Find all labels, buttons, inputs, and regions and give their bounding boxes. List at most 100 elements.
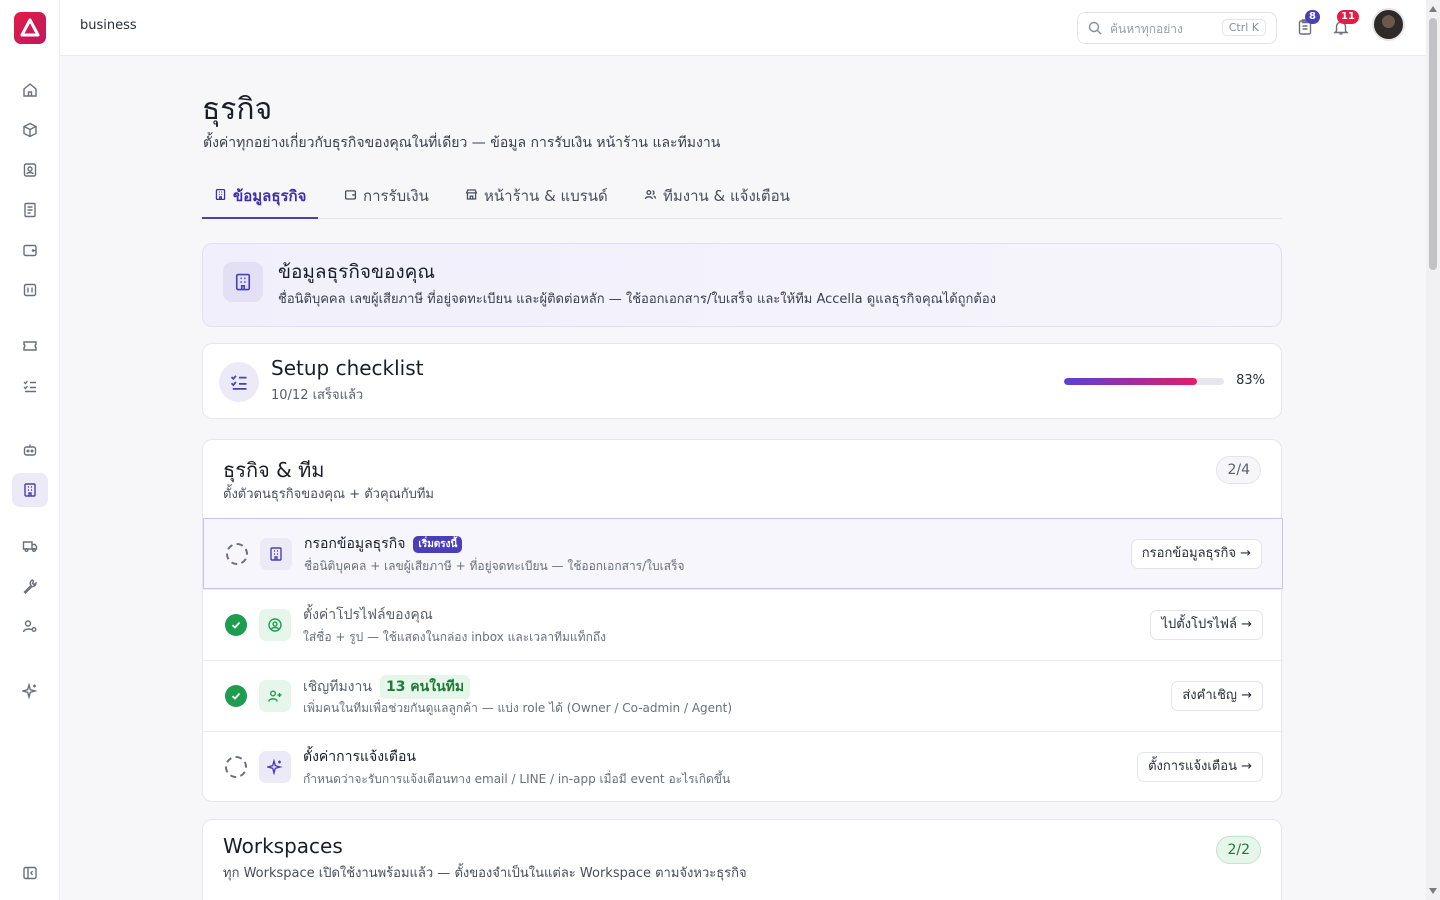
tab-storefront[interactable]: หน้าร้าน & แบรนด์: [453, 182, 620, 219]
item-title: กรอกข้อมูลธุรกิจ: [304, 536, 406, 552]
search-shortcut: Ctrl K: [1221, 19, 1266, 36]
topbar: business ค้นหาทุกอย่าง Ctrl K 8 11: [60, 0, 1426, 56]
intro-title: ข้อมูลธุรกิจของคุณ: [278, 261, 436, 283]
section-title: ธุรกิจ & ทีม: [223, 458, 325, 482]
pending-status-icon: [225, 756, 247, 778]
section-description: ตั้งตัวตนธุรกิจของคุณ + ตัวคุณกับทีม: [223, 487, 434, 502]
check-done-icon: [225, 685, 247, 707]
building-icon: [223, 262, 263, 302]
avatar[interactable]: [1372, 8, 1405, 41]
user-plus-icon: [259, 680, 291, 712]
contacts-icon: [23, 163, 37, 177]
item-title: เชิญทีมงาน: [303, 679, 372, 695]
tab-team-notifications[interactable]: ทีมงาน & แจ้งเตือน: [632, 182, 802, 219]
setup-notifications-button[interactable]: ตั้งการแจ้งเตือน →: [1137, 752, 1263, 782]
user-circle-icon: [259, 609, 291, 641]
sidebar-item-home[interactable]: [12, 73, 48, 107]
section-count-badge: 2/4: [1216, 456, 1261, 484]
sidebar-item-products[interactable]: [12, 113, 48, 147]
tasks-badge: 8: [1305, 10, 1320, 24]
checklist-icon: [219, 362, 259, 402]
building-icon: [24, 483, 36, 497]
breadcrumb[interactable]: business: [80, 18, 137, 33]
checklist-item-business-info[interactable]: กรอกข้อมูลธุรกิจ เริ่มตรงนี้ ชื่อนิติบุค…: [203, 518, 1283, 589]
checklist-item-profile[interactable]: ตั้งค่าโปรไฟล์ของคุณ ใส่ชื่อ + รูป — ใช้…: [203, 589, 1283, 660]
sidebar-item-ai[interactable]: [12, 674, 48, 708]
ticket-icon: [23, 341, 37, 351]
users-icon: [644, 189, 657, 200]
progress-fill: [1064, 378, 1197, 385]
search-input[interactable]: ค้นหาทุกอย่าง Ctrl K: [1077, 12, 1277, 44]
business-info-intro: ข้อมูลธุรกิจของคุณ ชื่อนิติบุคคล เลขผู้เ…: [202, 243, 1282, 327]
fill-business-info-button[interactable]: กรอกข้อมูลธุรกิจ →: [1130, 539, 1262, 569]
collapse-sidebar-button[interactable]: [12, 856, 48, 890]
sidebar-item-wallet[interactable]: [12, 233, 48, 267]
search-placeholder: ค้นหาทุกอย่าง: [1110, 22, 1183, 36]
scroll-down-arrow-icon[interactable]: [1429, 888, 1437, 894]
sidebar-item-invoices[interactable]: [12, 193, 48, 227]
business-team-section: ธุรกิจ & ทีม ตั้งตัวตนธุรกิจของคุณ + ตัว…: [202, 439, 1283, 802]
send-invite-button[interactable]: ส่งคำเชิญ →: [1171, 681, 1263, 711]
workspaces-section: Workspaces ทุก Workspace เปิดใช้งานพร้อม…: [202, 819, 1282, 900]
scrollbar-thumb[interactable]: [1429, 18, 1437, 270]
building-icon: [215, 188, 226, 201]
page-subtitle: ตั้งค่าทุกอย่างเกี่ยวกับธุรกิจของคุณในที…: [203, 135, 721, 151]
sidebar-item-contacts[interactable]: [12, 153, 48, 187]
section-count-badge: 2/2: [1216, 836, 1261, 864]
main-content: ธุรกิจ ตั้งค่าทุกอย่างเกี่ยวกับธุรกิจของ…: [60, 56, 1426, 900]
home-icon: [23, 83, 37, 97]
bot-icon: [23, 444, 37, 456]
item-title: ตั้งค่าโปรไฟล์ของคุณ: [303, 607, 433, 623]
app-logo[interactable]: [14, 12, 46, 44]
tab-label: ทีมงาน & แจ้งเตือน: [663, 187, 790, 205]
item-description: ชื่อนิติบุคคล + เลขผู้เสียภาษี + ที่อยู่…: [304, 559, 685, 573]
page-title: ธุรกิจ: [202, 92, 273, 127]
checklist-item-notifications[interactable]: ตั้งค่าการแจ้งเตือน กำหนดว่าจะรับการแจ้ง…: [203, 731, 1283, 802]
team-count-badge: 13 คนในทีม: [379, 675, 471, 699]
store-icon: [465, 189, 478, 200]
section-title: Workspaces: [223, 834, 343, 858]
item-description: เพิ่มคนในทีมเพื่อช่วยกันดูแลลูกค้า — แบ่…: [303, 701, 733, 715]
tab-bar: ข้อมูลธุรกิจ การรับเงิน หน้าร้าน & แบรนด…: [202, 174, 1282, 219]
sidebar-item-business[interactable]: [12, 473, 48, 507]
page-scrollbar[interactable]: [1426, 0, 1440, 900]
section-description: ทุก Workspace เปิดใช้งานพร้อมแล้ว — ตั้ง…: [223, 866, 747, 881]
calendar-icon: [23, 283, 37, 297]
checklist-icon: [23, 380, 36, 393]
checklist-title: Setup checklist: [271, 356, 424, 380]
sidebar-item-shipping[interactable]: [12, 529, 48, 563]
sidebar-item-tickets[interactable]: [12, 329, 48, 363]
building-icon: [260, 538, 292, 570]
box-icon: [23, 122, 37, 138]
user-settings-icon: [22, 620, 37, 633]
scroll-up-arrow-icon[interactable]: [1429, 6, 1437, 12]
pending-status-icon: [226, 543, 248, 565]
wallet-icon: [23, 244, 37, 257]
tab-label: ข้อมูลธุรกิจ: [233, 187, 307, 205]
tab-business-info[interactable]: ข้อมูลธุรกิจ: [202, 182, 319, 219]
sidebar-item-user-settings[interactable]: [12, 609, 48, 643]
item-title: ตั้งค่าการแจ้งเตือน: [303, 749, 416, 765]
checklist-percent: 83%: [1236, 373, 1265, 388]
item-description: ใส่ชื่อ + รูป — ใช้แสดงในกล่อง inbox และ…: [303, 630, 606, 644]
checklist-item-invite-team[interactable]: เชิญทีมงาน 13 คนในทีม เพิ่มคนในทีมเพื่อช…: [203, 660, 1283, 731]
check-done-icon: [225, 614, 247, 636]
item-description: กำหนดว่าจะรับการแจ้งเตือนทาง email / LIN…: [303, 772, 731, 786]
wrench-icon: [23, 579, 37, 594]
checklist-summary: 10/12 เสร็จแล้ว: [271, 388, 364, 403]
invoice-icon: [24, 202, 36, 218]
wallet-icon: [344, 190, 357, 200]
sidebar-item-calendar[interactable]: [12, 273, 48, 307]
setup-profile-button[interactable]: ไปตั้งโปรไฟล์ →: [1150, 610, 1263, 640]
tab-payments[interactable]: การรับเงิน: [332, 182, 441, 219]
setup-checklist: Setup checklist 10/12 เสร็จแล้ว 83%: [202, 343, 1282, 419]
sidebar-item-tasks[interactable]: [12, 369, 48, 403]
sidebar: [0, 0, 60, 900]
search-icon: [1088, 21, 1102, 35]
checklist-progress-bar: [1064, 378, 1224, 385]
sidebar-item-tools[interactable]: [12, 569, 48, 603]
intro-description: ชื่อนิติบุคคล เลขผู้เสียภาษี ที่อยู่จดทะ…: [278, 292, 997, 307]
sidebar-item-bot[interactable]: [12, 433, 48, 467]
logo-icon: [20, 18, 40, 37]
truck-icon: [22, 541, 38, 552]
